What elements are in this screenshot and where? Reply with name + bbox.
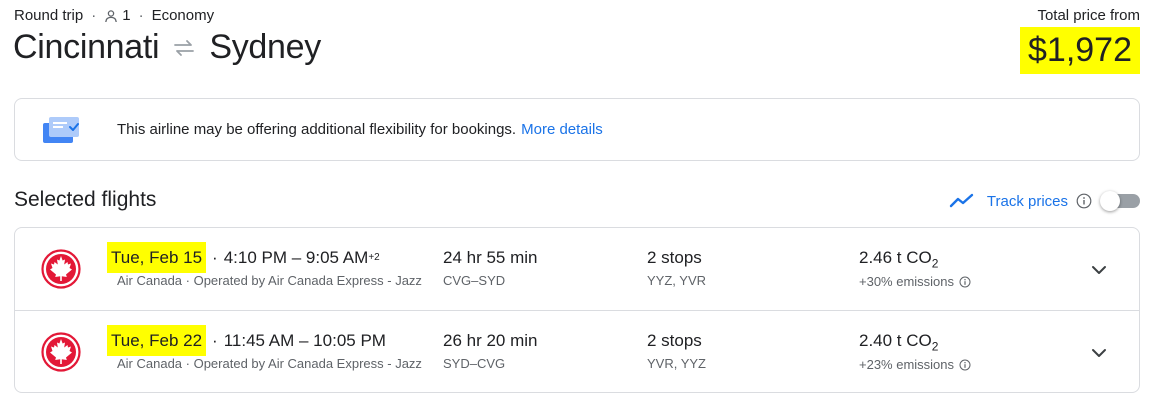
separator-dot: ·	[91, 7, 97, 24]
track-prices-toggle[interactable]	[1100, 191, 1140, 211]
route-title: Cincinnati Sydney	[13, 28, 321, 67]
swap-arrows-icon	[174, 39, 195, 56]
emissions-info: +23% emissions	[859, 357, 971, 372]
airport-codes: CVG–SYD	[443, 273, 506, 288]
flight-row-return[interactable]: Tue, Feb 22 · 11:45 AM – 10:05 PM Air Ca…	[15, 311, 1139, 394]
trip-type[interactable]: Round trip	[14, 7, 83, 24]
trip-summary: Round trip · 1 · Economy	[14, 7, 214, 24]
co2-value: 2.46 t CO2	[859, 248, 938, 270]
stop-airports: YVR, YYZ	[647, 356, 707, 371]
emissions-text: +30% emissions	[859, 274, 955, 289]
origin-city: Cincinnati	[13, 28, 160, 66]
flight-duration: 24 hr 55 min	[443, 248, 538, 267]
cabin-class[interactable]: Economy	[152, 7, 215, 24]
airport-codes: SYD–CVG	[443, 356, 506, 371]
co2-value: 2.40 t CO2	[859, 331, 938, 353]
separator-dot: ·	[212, 330, 218, 350]
separator-dot: ·	[138, 7, 144, 24]
destination-city: Sydney	[209, 28, 321, 66]
departure-arrival-times: 4:10 PM – 9:05 AM	[223, 247, 369, 267]
toggle-knob	[1100, 191, 1120, 211]
ticket-card-icon	[43, 116, 79, 143]
carrier-info: Air Canada · Operated by Air Canada Expr…	[117, 356, 422, 371]
passenger-count[interactable]: 1	[122, 7, 130, 24]
chevron-down-icon[interactable]	[1089, 260, 1109, 280]
emissions-text: +23% emissions	[859, 357, 955, 372]
co2-subscript: 2	[931, 256, 939, 271]
selected-flights-heading: Selected flights	[14, 188, 157, 211]
info-icon[interactable]	[959, 359, 971, 371]
info-icon[interactable]	[959, 276, 971, 288]
departure-arrival-times: 11:45 AM – 10:05 PM	[223, 330, 386, 350]
total-price: $1,972	[1020, 27, 1140, 74]
flight-times: Tue, Feb 15 · 4:10 PM – 9:05 AM +2	[107, 242, 380, 273]
stop-count: 2 stops	[647, 248, 702, 267]
flexibility-notice: This airline may be offering additional …	[14, 98, 1140, 161]
emissions-info: +30% emissions	[859, 274, 971, 289]
notice-text: This airline may be offering additional …	[117, 121, 517, 138]
co2-text: 2.46 t CO	[859, 248, 932, 267]
air-canada-logo	[41, 332, 81, 372]
stop-airports: YYZ, YVR	[647, 273, 707, 288]
flight-date: Tue, Feb 22	[107, 325, 207, 356]
co2-text: 2.40 t CO	[859, 331, 932, 350]
air-canada-logo	[41, 249, 81, 289]
co2-subscript: 2	[931, 339, 939, 354]
chevron-down-icon[interactable]	[1089, 343, 1109, 363]
track-prices-label[interactable]: Track prices	[987, 193, 1068, 210]
stop-count: 2 stops	[647, 331, 702, 350]
price-label: Total price from	[1037, 7, 1140, 24]
flights-list: Tue, Feb 15 · 4:10 PM – 9:05 AM +2 Air Ca…	[14, 227, 1140, 393]
carrier-info: Air Canada · Operated by Air Canada Expr…	[117, 273, 422, 288]
info-icon[interactable]	[1076, 193, 1092, 209]
flight-row-outbound[interactable]: Tue, Feb 15 · 4:10 PM – 9:05 AM +2 Air Ca…	[15, 228, 1139, 311]
flight-duration: 26 hr 20 min	[443, 331, 538, 350]
flight-times: Tue, Feb 22 · 11:45 AM – 10:05 PM	[107, 325, 386, 356]
trend-line-icon	[949, 193, 974, 208]
person-icon	[105, 9, 118, 22]
separator-dot: ·	[212, 247, 218, 267]
flight-date: Tue, Feb 15	[107, 242, 207, 273]
track-prices-control: Track prices	[949, 188, 1140, 214]
more-details-link[interactable]: More details	[521, 121, 603, 138]
